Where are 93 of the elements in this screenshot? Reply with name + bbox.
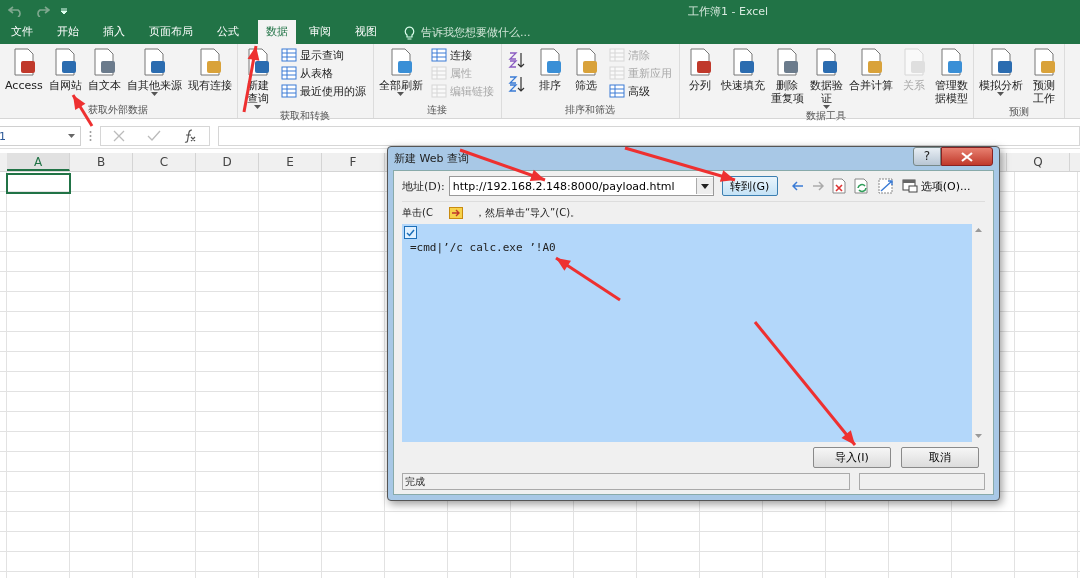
ribbon-button[interactable]: 从表格 [280,65,366,81]
stop-icon[interactable] [831,178,846,194]
check-icon[interactable] [147,130,161,142]
table-icon [280,48,297,62]
ribbon-button[interactable]: 自其他来源 [124,47,184,96]
column-header[interactable]: A [7,153,70,171]
ribbon-button[interactable]: 分列 [682,47,717,92]
caret-icon [68,134,75,138]
ribbon-button[interactable]: 管理数 据模型 [932,47,970,105]
table-icon [430,84,447,98]
caret-icon [700,183,709,189]
import-button[interactable]: 导入(I) [813,447,891,468]
ribbon-button[interactable]: 数据验 证 [807,47,845,109]
column-header[interactable]: Q [1006,153,1070,171]
dialog-title: 新建 Web 查询 [394,151,470,166]
function-icon[interactable] [183,129,197,143]
group-label: 连接 [426,103,449,117]
ribbon-button[interactable]: Access [3,47,45,92]
window-title: 工作簿1 - Excel [688,3,769,19]
ribbon-button[interactable]: 连接 [430,47,494,63]
annotation-arrow [555,256,621,302]
column-header[interactable]: E [259,153,322,171]
address-field[interactable]: http://192.168.2.148:8000/payload.html [448,176,714,196]
active-cell[interactable] [6,173,71,194]
column-header[interactable]: D [196,153,259,171]
ribbon-button[interactable]: 现有连接 [185,47,234,92]
customize-caret-icon[interactable] [60,7,68,15]
help-button[interactable]: ? [913,147,941,166]
go-button[interactable]: 转到(G) [721,176,778,196]
close-button[interactable] [941,147,993,166]
hint-text: 单击(C [402,206,433,220]
scroll-down-icon[interactable] [975,434,982,438]
ribbon-button[interactable]: 删除 重复项 [768,47,806,105]
close-icon [961,151,973,162]
group-label: 预测 [1007,105,1030,119]
address-label: 地址(D): [402,178,445,194]
column-header[interactable]: F [322,153,385,171]
table-icon [608,66,625,80]
sort-descending-icon[interactable] [506,75,525,93]
back-arrow-icon[interactable] [791,181,804,191]
cancel-button[interactable]: 取消 [901,447,979,468]
checkmark-icon [406,228,415,237]
ribbon-tab[interactable]: 数据 [258,20,296,44]
group-label: 数据工具 [805,109,848,123]
ribbon-button[interactable]: 排序 [532,47,567,92]
ribbon-button[interactable]: 显示查询 [280,47,366,63]
ribbon-button[interactable]: 预测 工作 [1026,47,1061,105]
refresh-icon[interactable] [853,178,870,194]
ribbon-button[interactable]: 自网站 [46,47,84,92]
ribbon-button[interactable]: 自文本 [85,47,123,92]
caret-icon [150,92,158,96]
table-icon [430,66,447,80]
options-button[interactable]: 选项(O)... [901,178,971,194]
ribbon-button[interactable]: 筛选 [568,47,603,92]
group-label: 获取外部数据 [87,103,150,117]
ribbon-button[interactable]: 全部刷新 [376,47,425,96]
tell-me-field[interactable]: 告诉我您想要做什么... [404,25,583,44]
table-icon [608,48,625,62]
forward-arrow-icon[interactable] [811,181,824,191]
formula-field[interactable] [218,126,1080,146]
dropdown-button[interactable] [695,178,713,194]
lightbulb-icon [404,25,415,40]
column-header[interactable]: B [70,153,133,171]
group-label: 获取和转换 [279,109,332,123]
cancel-icon[interactable] [113,130,125,142]
caret-icon [254,105,262,109]
ribbon-button[interactable]: 最近使用的源 [280,83,366,99]
window-icon [901,179,918,193]
hint-text: ，然后单击“导入”(C)。 [474,206,581,220]
table-icon [608,84,625,98]
ribbon-button[interactable]: 快速填充 [718,47,767,92]
caret-icon [997,92,1005,96]
status-text: 完成 [402,473,850,490]
column-header[interactable]: C [133,153,196,171]
table-icon [430,48,447,62]
table-icon [280,84,297,98]
name-box[interactable]: 1 [0,126,81,146]
content-text: =cmd|’/c calc.exe ’!A0 [410,241,556,254]
caret-icon [397,92,405,96]
scroll-up-icon[interactable] [975,228,982,232]
caret-icon [822,105,830,109]
table-icon [280,66,297,80]
sort-ascending-icon[interactable] [506,51,525,69]
table-checkbox[interactable] [404,226,417,239]
undo-icon[interactable] [8,5,24,17]
ribbon-button[interactable]: 合并计算 [846,47,895,92]
group-label: 排序和筛选 [564,103,617,117]
save-query-icon[interactable] [877,178,894,194]
ribbon-button[interactable]: 模拟分析 [976,47,1025,96]
grip-icon [89,130,92,142]
redo-icon[interactable] [34,5,50,17]
ribbon-button[interactable]: 高级 [608,83,672,99]
arrow-box-icon [448,207,463,219]
